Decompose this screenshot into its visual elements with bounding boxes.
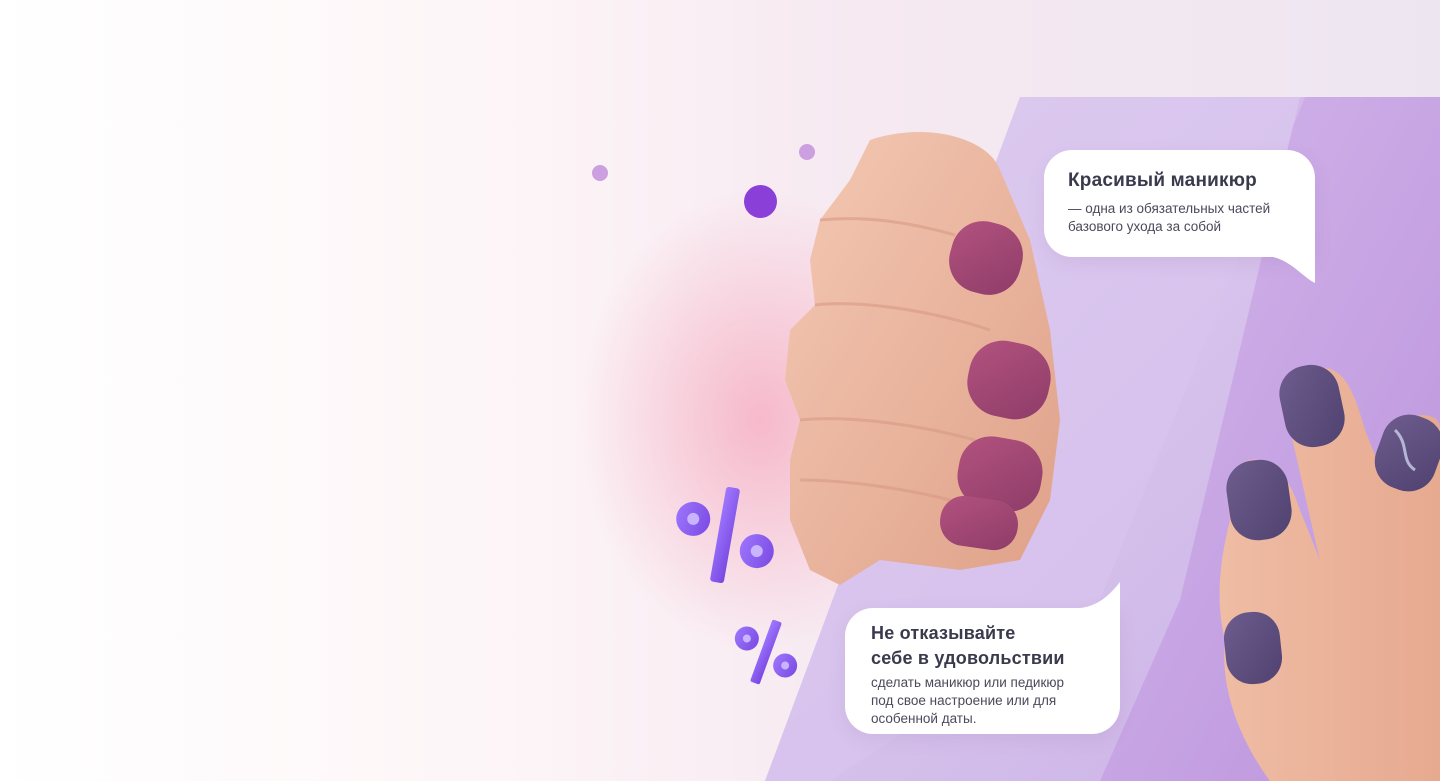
bubble-title-line: Не отказывайте [871, 623, 1016, 643]
bubble-text-line: сделать маникюр или педикюр [871, 675, 1065, 690]
bubble-text-line: — одна из обязательных частей [1068, 201, 1271, 216]
decor-dot-small-left [592, 165, 608, 181]
bubble-text-line: под свое настроение или для [871, 693, 1057, 708]
hand-photo [676, 97, 1440, 781]
decor-dot-large [744, 185, 777, 218]
decor-dot-small-right [799, 144, 815, 160]
bubble-title: Красивый маникюр [1068, 170, 1257, 191]
bubble-title-line: себе в удовольствии [871, 647, 1065, 668]
bubble-tail [1080, 582, 1120, 608]
bubble-tail [1273, 257, 1315, 283]
speech-bubble-treat-yourself: Не отказывайте себе в удовольствии сдела… [845, 582, 1120, 734]
bubble-text-line: базового ухода за собой [1068, 219, 1222, 234]
speech-bubble-beautiful-manicure: Красивый маникюр — одна из обязательных … [1044, 150, 1315, 283]
bubble-text-line: особенной даты. [871, 711, 977, 726]
